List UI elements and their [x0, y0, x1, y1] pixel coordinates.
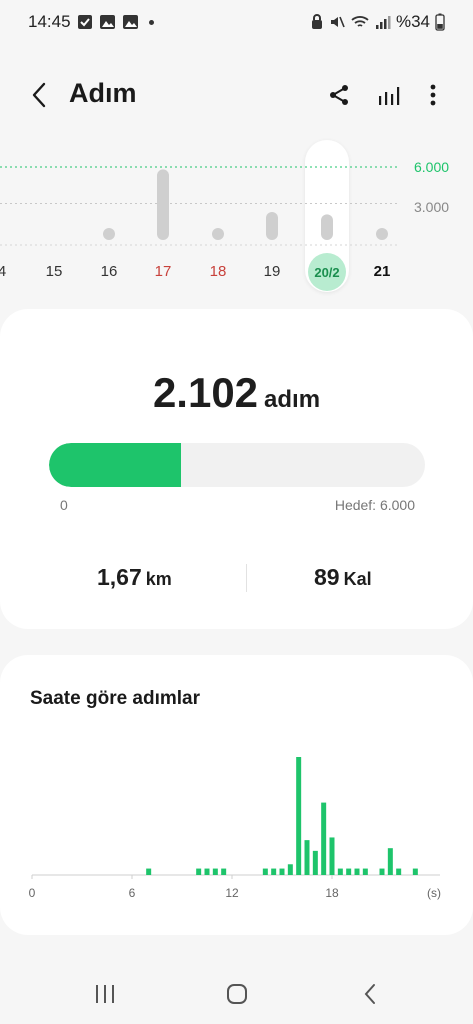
day-bar — [376, 228, 388, 240]
hour-bar — [196, 868, 202, 875]
weekly-steps-chart — [0, 166, 400, 246]
hour-bar — [412, 868, 418, 875]
app-bar: Adım — [0, 62, 473, 128]
hour-bar — [296, 757, 302, 875]
system-back-button[interactable] — [350, 978, 390, 1010]
calories-value: 89 — [314, 564, 340, 590]
summary-card: 2.102 adım 0 Hedef: 6.000 1,67 km 89 Kal — [0, 309, 473, 629]
hour-bar — [362, 868, 368, 875]
day-label[interactable]: 17 — [155, 263, 172, 280]
hour-bar — [312, 850, 318, 875]
hourly-chart-title: Saate göre adımlar — [30, 688, 201, 709]
hour-bar — [271, 868, 277, 875]
day-bar — [212, 228, 224, 240]
gallery-notification-icon — [99, 14, 116, 30]
hour-bar — [329, 837, 335, 875]
day-bar — [157, 169, 169, 240]
day-label[interactable]: 4 — [0, 263, 6, 280]
hourly-steps-chart: 0 6 12 18 (s) — [29, 757, 441, 900]
signal-icon — [375, 14, 391, 30]
back-button[interactable] — [24, 80, 54, 110]
recent-apps-button[interactable] — [85, 978, 125, 1010]
hour-bar — [337, 868, 343, 875]
home-button[interactable] — [217, 978, 257, 1010]
day-label[interactable]: 21 — [374, 263, 391, 280]
check-notification-icon — [77, 14, 93, 30]
day-label[interactable]: 16 — [101, 263, 118, 280]
hour-bar — [354, 868, 360, 875]
calories-metric: 89 Kal — [314, 564, 372, 591]
x-tick-label: 0 — [29, 886, 36, 900]
progress-min-label: 0 — [60, 497, 68, 513]
day-bar — [266, 212, 278, 240]
back-arrow-icon — [32, 82, 46, 108]
hour-bar — [204, 868, 210, 875]
day-label-selected[interactable]: 20/2 — [308, 253, 346, 291]
hour-bar — [304, 840, 310, 875]
metric-divider — [246, 564, 247, 592]
half-goal-line-label: 3.000 — [414, 199, 450, 215]
bar-chart-icon — [379, 87, 400, 105]
mute-icon — [329, 14, 345, 30]
day-label[interactable]: 19 — [264, 263, 281, 280]
navigation-bar — [0, 960, 473, 1024]
lock-alarm-icon — [310, 14, 324, 30]
x-axis-unit-label: (s) — [427, 886, 441, 900]
more-vertical-icon — [430, 84, 436, 106]
hour-bar — [146, 868, 152, 875]
status-right: %34 — [310, 12, 445, 32]
hour-bar — [396, 868, 402, 875]
page-title: Adım — [69, 78, 137, 108]
battery-icon — [435, 13, 445, 31]
status-left: 14:45 — [28, 12, 154, 32]
hour-bar — [212, 868, 218, 875]
home-icon — [227, 984, 247, 1004]
gallery-notification-icon-2 — [122, 14, 139, 30]
wifi-icon — [350, 14, 370, 30]
day-bar — [321, 214, 333, 240]
day-label[interactable]: 18 — [210, 263, 227, 280]
steps-total: 2.102 adım — [0, 369, 473, 417]
share-button[interactable] — [324, 80, 354, 110]
distance-metric: 1,67 km — [97, 564, 172, 591]
hour-bar — [262, 868, 268, 875]
steps-unit: adım — [264, 386, 321, 413]
hourly-steps-card: Saate göre adımlar 0 6 12 18 (s) — [0, 655, 473, 935]
share-icon — [330, 85, 348, 105]
day-bar — [103, 228, 115, 240]
more-options-button[interactable] — [418, 80, 448, 110]
hour-bar — [387, 848, 393, 875]
x-tick-label: 6 — [129, 886, 136, 900]
goal-progress-bar — [49, 443, 425, 487]
day-label[interactable]: 15 — [46, 263, 63, 280]
distance-unit: km — [145, 569, 172, 589]
battery-percent: %34 — [395, 12, 430, 31]
goal-label: Hedef: 6.000 — [334, 497, 415, 513]
hour-bar — [279, 868, 285, 875]
steps-count: 2.102 — [152, 369, 259, 416]
system-back-icon — [364, 984, 375, 1004]
trends-button[interactable] — [374, 80, 404, 110]
calories-unit: Kal — [343, 569, 372, 589]
distance-value: 1,67 — [97, 564, 142, 590]
hour-bar — [287, 864, 293, 875]
status-time: 14:45 — [28, 12, 71, 31]
hour-bar — [221, 868, 227, 875]
hour-bar — [379, 868, 385, 875]
goal-progress-fill — [49, 443, 181, 487]
x-tick-label: 18 — [325, 886, 339, 900]
hour-bar — [346, 868, 352, 875]
hour-bar — [321, 802, 327, 875]
recent-apps-icon — [96, 985, 114, 1003]
more-notifications-dot — [148, 19, 154, 25]
x-tick-label: 12 — [225, 886, 239, 900]
status-bar: 14:45 %34 — [0, 0, 473, 44]
goal-line-label: 6.000 — [414, 159, 450, 175]
